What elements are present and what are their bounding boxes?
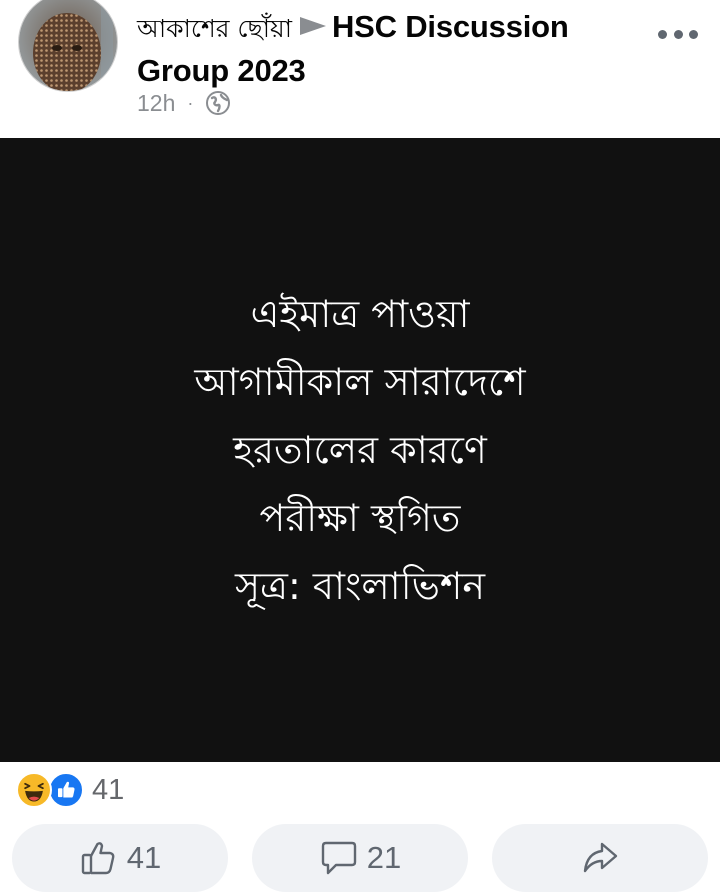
post-card: আকাশের ছোঁয়া HSC Discussion Group 2023 1… [0, 0, 720, 894]
image-text-line-1: এইমাত্র পাওয়া [250, 292, 470, 336]
post-meta: 12h · [137, 88, 231, 118]
comment-button[interactable]: 21 [252, 824, 468, 892]
post-image[interactable]: এইমাত্র পাওয়া আগামীকাল সারাদেশে হরতালের… [0, 138, 720, 762]
avatar-image [19, 0, 117, 91]
image-text-line-3: হরতালের কারণে [233, 428, 487, 472]
author-name[interactable]: আকাশের ছোঁয়া [137, 14, 292, 43]
meta-separator: · [187, 92, 194, 113]
action-bar: 41 21 [12, 824, 712, 894]
like-button[interactable]: 41 [12, 824, 228, 892]
like-reaction-icon [48, 772, 84, 808]
image-text-line-4: পরীক্ষা স্থগিত [259, 496, 461, 540]
thumbs-up-icon [81, 842, 115, 875]
haha-icon [16, 772, 52, 808]
more-options-icon[interactable] [658, 22, 698, 46]
avatar[interactable] [18, 0, 118, 92]
post-title-line: আকাশের ছোঁয়া HSC Discussion Group 2023 [137, 6, 657, 92]
post-time[interactable]: 12h [137, 90, 175, 117]
post-header: আকাশের ছোঁয়া HSC Discussion Group 2023 1… [0, 0, 720, 138]
arrow-right-icon [299, 16, 326, 35]
comment-icon [321, 841, 356, 875]
comment-count: 21 [366, 840, 402, 875]
like-count: 41 [126, 840, 162, 875]
share-icon [583, 842, 618, 873]
globe-icon [206, 91, 231, 115]
reactions-summary[interactable]: 41 [16, 770, 124, 810]
share-button[interactable] [492, 824, 708, 892]
image-text-line-5: সূত্র: বাংলাভিশন [234, 564, 486, 608]
reaction-count: 41 [92, 773, 125, 806]
image-text-line-2: আগামীকাল সারাদেশে [194, 360, 526, 404]
